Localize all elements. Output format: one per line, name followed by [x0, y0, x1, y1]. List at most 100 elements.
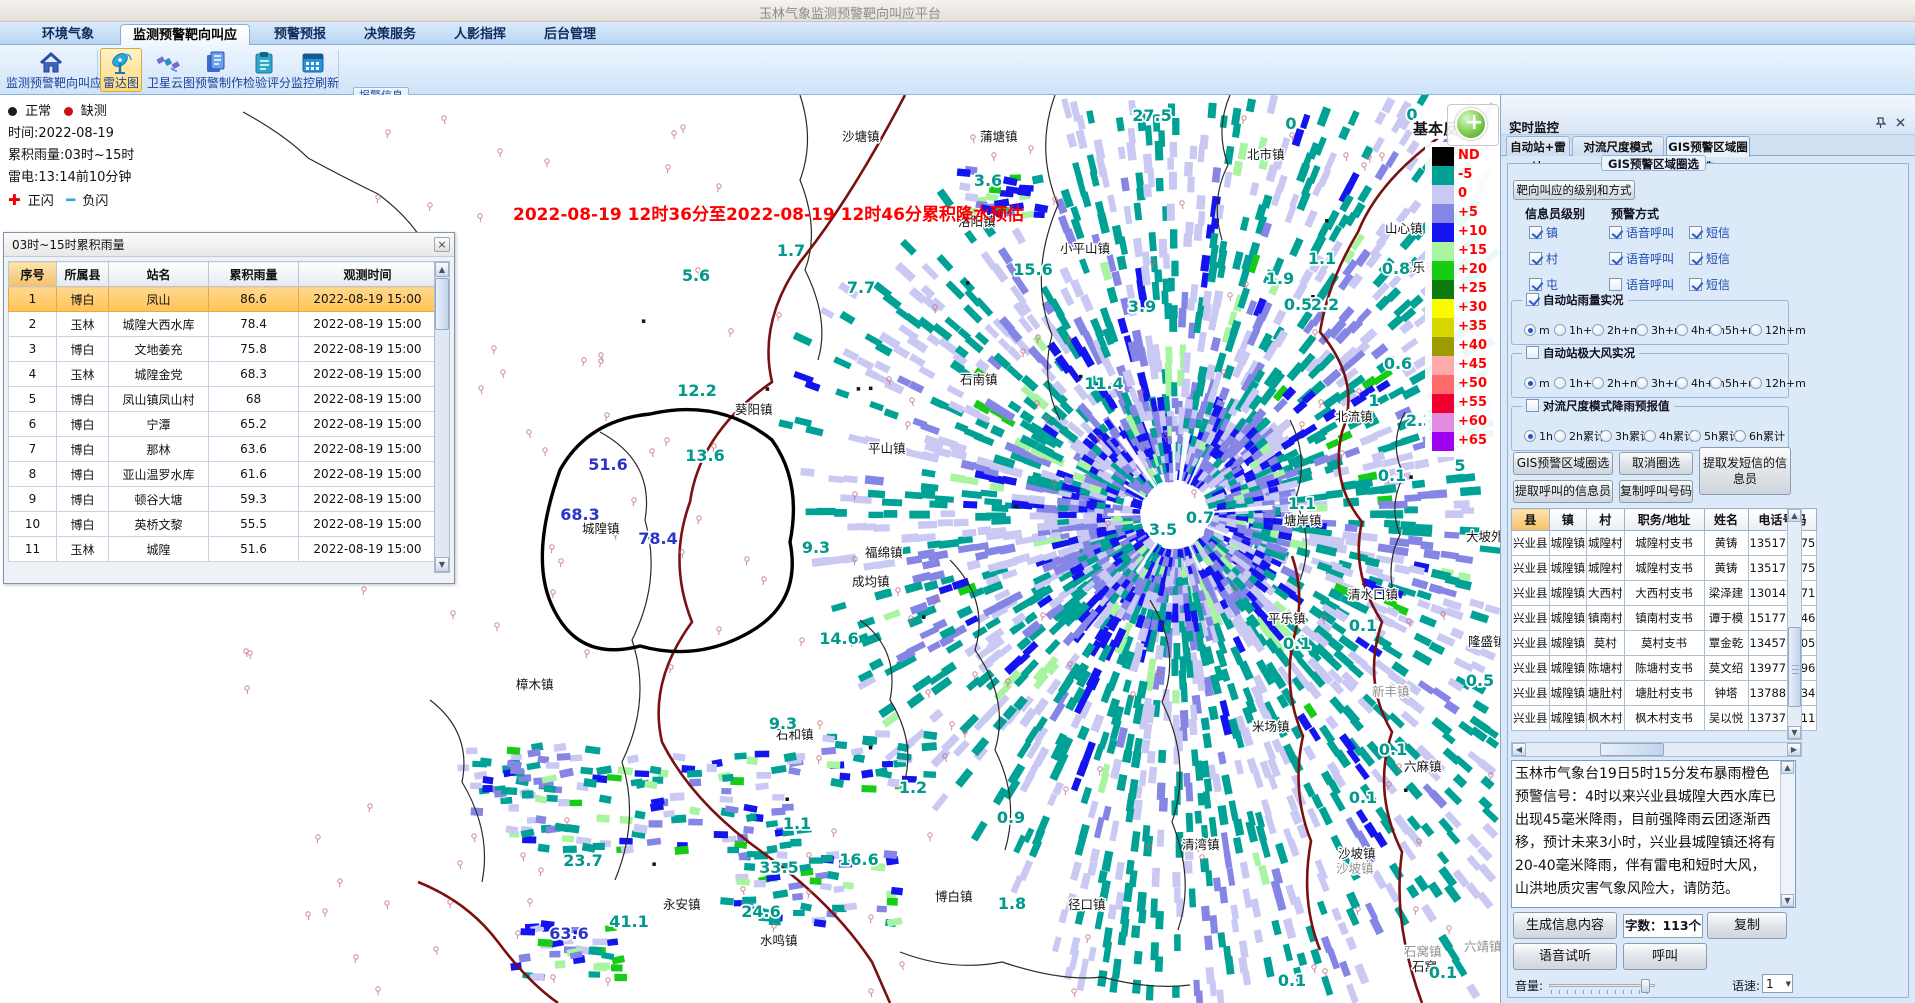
model_group-option-1[interactable]: 2h累计	[1554, 425, 1605, 444]
voice-preview-button[interactable]: 语音试听	[1513, 943, 1617, 970]
voice-checkbox-2[interactable]: 语音呼叫	[1609, 274, 1674, 293]
extract-call-button[interactable]: 提取呼叫的信息员	[1513, 480, 1613, 503]
cancel-select-button[interactable]: 取消圈选	[1619, 452, 1693, 475]
wind_group-option-2[interactable]: 2h+m	[1592, 372, 1641, 391]
message-scrollbar[interactable]: ▲ ▼	[1780, 761, 1795, 907]
message-text[interactable]: 玉林市气象台19日5时15分发布暴雨橙色预警信号：4时以来兴业县城隍大西水库已出…	[1515, 763, 1777, 905]
rain-table-row[interactable]: 8博白亚山温罗水库61.62022-08-19 15:00	[9, 462, 437, 487]
close-icon[interactable]	[1894, 117, 1907, 130]
close-icon[interactable]: ×	[434, 237, 450, 252]
contact-row[interactable]: 兴业县城隍镇塘肚村塘肚村支书钟塔137885534	[1512, 681, 1817, 706]
contact-table-scrollbar[interactable]: ▲ ▼	[1787, 508, 1802, 740]
panel-tab-1[interactable]: 对流尺度模式+地图	[1572, 136, 1664, 156]
model_group-option-3[interactable]: 4h累计	[1644, 425, 1695, 444]
rain-table-row[interactable]: 6博白宁潭65.22022-08-19 15:00	[9, 412, 437, 437]
radar-map[interactable]: 沙塘镇蒲塘镇北市镇洛阳镇小平山镇民乐镇山心镇石南镇葵阳镇平山镇城隍镇福绵镇成均镇…	[0, 95, 1500, 1003]
rain-value-label: 16.6	[839, 850, 878, 869]
menu-tab-3[interactable]: 决策服务	[352, 24, 428, 45]
panel-tab-0[interactable]: 自动站+雷达	[1506, 136, 1570, 156]
gis-select-button[interactable]: GIS预警区域圈选	[1513, 452, 1613, 475]
menu-tab-0[interactable]: 环境气象	[30, 24, 106, 45]
volume-slider[interactable]	[1549, 979, 1655, 995]
wind_group-caption[interactable]: 自动站极大风实况	[1522, 345, 1639, 361]
call-button[interactable]: 呼叫	[1623, 943, 1707, 970]
scroll-up-icon[interactable]: ▲	[1781, 761, 1794, 774]
rain-value-label: 5	[1454, 456, 1465, 475]
rain-table-row[interactable]: 11玉林城隍51.62022-08-19 15:00	[9, 537, 437, 562]
voice-checkbox-1[interactable]: 语音呼叫	[1609, 248, 1674, 267]
char-count: 字数：113个	[1623, 914, 1703, 938]
toolbar-button-3[interactable]: 预警制作	[194, 48, 238, 92]
rain-table-scrollbar[interactable]: ▲ ▼	[434, 261, 450, 573]
sms-checkbox-1[interactable]: 短信	[1689, 248, 1730, 267]
speed-value: 1	[1766, 977, 1774, 991]
menu-tab-5[interactable]: 后台管理	[532, 24, 608, 45]
contact-row[interactable]: 兴业县城隍镇陈塘村陈塘村支书莫文绍139775796	[1512, 656, 1817, 681]
call-level-button[interactable]: 靶向叫应的级别和方式	[1513, 180, 1635, 200]
voice-checkbox-0[interactable]: 语音呼叫	[1609, 222, 1674, 241]
wind_group-option-0[interactable]: m	[1524, 372, 1550, 391]
scroll-down-icon[interactable]: ▼	[1781, 894, 1794, 907]
copy-numbers-button[interactable]: 复制呼叫号码	[1619, 480, 1693, 503]
level-checkbox-镇[interactable]: 镇	[1529, 222, 1558, 241]
model_group-option-0[interactable]: 1h	[1524, 425, 1553, 444]
sms-checkbox-0[interactable]: 短信	[1689, 222, 1730, 241]
model_group-option-4[interactable]: 5h累计	[1689, 425, 1740, 444]
toolbar-button-4[interactable]: 检验评分	[242, 48, 286, 92]
sms-checkbox-2[interactable]: 短信	[1689, 274, 1730, 293]
panel-tab-2[interactable]: GIS预警区域圈选	[1666, 136, 1750, 157]
scroll-up-icon[interactable]: ▲	[1788, 509, 1801, 522]
model_group-option-5[interactable]: 6h累计	[1734, 425, 1785, 444]
level-checkbox-屯[interactable]: 屯	[1529, 274, 1558, 293]
contact-row[interactable]: 兴业县城隍镇大西村大西村支书梁泽建130149571	[1512, 581, 1817, 606]
rain-table-window[interactable]: 03时~15时累积雨量 × 序号所属县站名累积雨量观测时间1博白凤山86.620…	[3, 232, 455, 584]
rain_group-option-2[interactable]: 2h+m	[1592, 319, 1641, 338]
map-title: 2022-08-19 12时36分至2022-08-19 12时46分累积降水预…	[513, 200, 1024, 225]
contact-row[interactable]: 兴业县城隍镇莫村莫村支书覃金乾134575405	[1512, 631, 1817, 656]
contact-row[interactable]: 兴业县城隍镇城隍村城隍村支书黄铸135176975	[1512, 556, 1817, 581]
scrollbar-thumb[interactable]	[1788, 627, 1801, 707]
rain-table-row[interactable]: 4玉林城隍金党68.32022-08-19 15:00	[9, 362, 437, 387]
toolbar-button-1[interactable]: 雷达图	[100, 48, 142, 92]
rain-table-row[interactable]: 7博白那林63.62022-08-19 15:00	[9, 437, 437, 462]
wind_group-option-6[interactable]: 12h+m	[1750, 372, 1806, 391]
rain-table-title[interactable]: 03时~15时累积雨量	[4, 233, 454, 257]
scroll-up-icon[interactable]: ▲	[435, 262, 449, 277]
scroll-down-icon[interactable]: ▼	[1788, 726, 1801, 739]
extract-sms-button[interactable]: 提取发短信的信息员	[1699, 447, 1791, 495]
pin-icon[interactable]	[1875, 117, 1888, 130]
toolbar-button-2[interactable]: 卫星云图	[146, 48, 190, 92]
rain-table-row[interactable]: 10博白英桥文黎55.52022-08-19 15:00	[9, 512, 437, 537]
menu-tab-1[interactable]: 监测预警靶向叫应	[120, 24, 250, 45]
contact-row[interactable]: 兴业县城隍镇镇南村镇南村支书谭于模151775946	[1512, 606, 1817, 631]
menu-tab-2[interactable]: 预警预报	[262, 24, 338, 45]
contact-row[interactable]: 兴业县城隍镇枫木村枫木村支书吴以悦137375511	[1512, 706, 1817, 731]
scroll-left-icon[interactable]: ◀	[1512, 743, 1526, 756]
level-checkbox-村[interactable]: 村	[1529, 248, 1558, 267]
speed-dropdown[interactable]: 1 ▼	[1762, 974, 1793, 993]
toolbar-button-5[interactable]: 监控刷新	[290, 48, 336, 92]
menu-tab-4[interactable]: 人影指挥	[442, 24, 518, 45]
model_group-caption[interactable]: 对流尺度模式降雨预报值	[1522, 398, 1674, 414]
toolbar-button-0[interactable]: 监测预警靶向叫应	[5, 48, 97, 92]
rain_group-option-6[interactable]: 12h+m	[1750, 319, 1806, 338]
zoom-in-button[interactable]	[1455, 108, 1487, 140]
rain-table-row[interactable]: 5博白凤山镇凤山村682022-08-19 15:00	[9, 387, 437, 412]
scroll-down-icon[interactable]: ▼	[435, 557, 449, 572]
window-titlebar[interactable]: 玉林气象监测预警靶向叫应平台	[0, 0, 1915, 22]
rain-table-row[interactable]: 2玉林城隍大西水库78.42022-08-19 15:00	[9, 312, 437, 337]
rain_group-caption[interactable]: 自动站雨量实况	[1522, 292, 1628, 308]
copy-button[interactable]: 复制	[1707, 912, 1787, 939]
rain-table-row[interactable]: 9博白顿谷大塘59.32022-08-19 15:00	[9, 487, 437, 512]
rain_group-option-0[interactable]: m	[1524, 319, 1550, 338]
scrollbar-thumb[interactable]	[1600, 743, 1664, 756]
scroll-right-icon[interactable]: ▶	[1787, 743, 1801, 756]
rain-table-row[interactable]: 1博白凤山86.62022-08-19 15:00	[9, 287, 437, 312]
generate-message-button[interactable]: 生成信息内容	[1513, 912, 1617, 939]
scrollbar-thumb[interactable]	[435, 278, 449, 330]
rain-table-row[interactable]: 3博白文地姜充75.82022-08-19 15:00	[9, 337, 437, 362]
slider-thumb[interactable]	[1641, 979, 1650, 993]
town-label: 蒲塘镇	[980, 129, 1018, 144]
contact-table-hscrollbar[interactable]: ◀ ▶	[1511, 742, 1802, 757]
contact-row[interactable]: 兴业县城隍镇城隍村城隍村支书黄铸135176975	[1512, 531, 1817, 556]
